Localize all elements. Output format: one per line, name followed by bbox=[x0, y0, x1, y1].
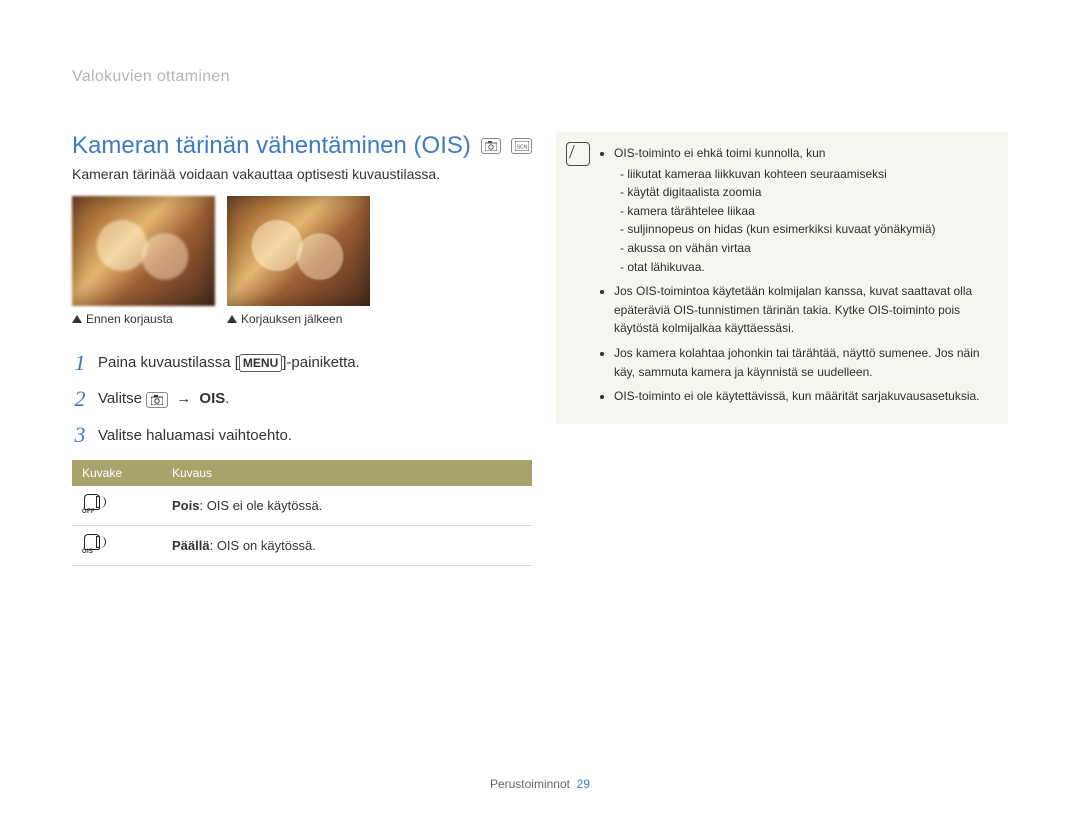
page-title: Kameran tärinän vähentäminen (OIS) bbox=[72, 132, 471, 160]
step-number: 3 bbox=[72, 422, 88, 448]
ois-off-icon: OFF bbox=[72, 486, 162, 526]
step-number: 1 bbox=[72, 350, 88, 376]
right-column: OIS-toiminto ei ehkä toimi kunnolla, kun… bbox=[556, 132, 1008, 566]
table-row: OFF Pois: OIS ei ole käytössä. bbox=[72, 486, 532, 526]
step-2: 2 Valitse → OIS. bbox=[72, 386, 532, 412]
note-bullet: Jos OIS-toimintoa käytetään kolmijalan k… bbox=[614, 282, 994, 338]
option-text: : OIS on käytössä. bbox=[210, 538, 316, 553]
option-label: Pois bbox=[172, 498, 199, 513]
note-subitem: käytät digitaalista zoomia bbox=[620, 183, 994, 202]
footer-label: Perustoiminnot bbox=[490, 777, 570, 791]
sample-image-after bbox=[227, 196, 370, 306]
caption-after-text: Korjauksen jälkeen bbox=[241, 312, 342, 326]
note-subitem: kamera tärähtelee liikaa bbox=[620, 202, 994, 221]
section-label: Valokuvien ottaminen bbox=[72, 68, 1008, 86]
image-comparison bbox=[72, 196, 532, 306]
scene-mode-icon: SCN bbox=[511, 138, 532, 154]
note-subitem: akussa on vähän virtaa bbox=[620, 239, 994, 258]
two-column-layout: Kameran tärinän vähentäminen (OIS) SCN K… bbox=[72, 132, 1008, 566]
subtitle: Kameran tärinää voidaan vakauttaa optise… bbox=[72, 166, 532, 182]
table-header-desc: Kuvaus bbox=[162, 460, 532, 486]
caption-after: Korjauksen jälkeen bbox=[227, 312, 370, 326]
note-bullet: OIS-toiminto ei ehkä toimi kunnolla, kun… bbox=[614, 144, 994, 276]
note-subitem: otat lähikuvaa. bbox=[620, 258, 994, 277]
step-1-post: ]-painiketta. bbox=[282, 354, 360, 371]
note-subitem: suljinnopeus on hidas (kun esimerkiksi k… bbox=[620, 220, 994, 239]
steps-list: 1 Paina kuvaustilassa [MENU]-painiketta.… bbox=[72, 350, 532, 448]
page-footer: Perustoiminnot 29 bbox=[0, 777, 1080, 791]
caption-before: Ennen korjausta bbox=[72, 312, 215, 326]
svg-text:SCN: SCN bbox=[516, 145, 527, 151]
note-box: OIS-toiminto ei ehkä toimi kunnolla, kun… bbox=[556, 132, 1008, 424]
table-header-icon: Kuvake bbox=[72, 460, 162, 486]
arrow-right-icon: → bbox=[176, 390, 191, 407]
page-number: 29 bbox=[577, 777, 590, 791]
note-subitem: liikutat kameraa liikkuvan kohteen seura… bbox=[620, 165, 994, 184]
option-label: Päällä bbox=[172, 538, 210, 553]
table-row: OIS Päällä: OIS on käytössä. bbox=[72, 526, 532, 566]
option-text: : OIS ei ole käytössä. bbox=[199, 498, 322, 513]
manual-page: Valokuvien ottaminen Kameran tärinän väh… bbox=[0, 0, 1080, 815]
note-bullet: OIS-toiminto ei ole käytettävissä, kun m… bbox=[614, 387, 994, 406]
note-text: OIS-toiminto ei ehkä toimi kunnolla, kun bbox=[614, 146, 825, 160]
step-3: 3 Valitse haluamasi vaihtoehto. bbox=[72, 422, 532, 448]
camera-mode-icon bbox=[481, 138, 502, 154]
step-2-target: OIS bbox=[199, 390, 225, 407]
triangle-up-icon bbox=[227, 315, 237, 323]
image-captions: Ennen korjausta Korjauksen jälkeen bbox=[72, 312, 532, 326]
menu-button-label: MENU bbox=[239, 354, 282, 372]
note-bullet: Jos kamera kolahtaa johonkin tai tärähtä… bbox=[614, 344, 994, 381]
options-table: Kuvake Kuvaus OFF Pois: OIS ei ole käytö… bbox=[72, 460, 532, 566]
camera-mode-icon bbox=[146, 392, 168, 408]
triangle-up-icon bbox=[72, 315, 82, 323]
step-number: 2 bbox=[72, 386, 88, 412]
caption-before-text: Ennen korjausta bbox=[86, 312, 173, 326]
left-column: Kameran tärinän vähentäminen (OIS) SCN K… bbox=[72, 132, 532, 566]
step-2-post: . bbox=[225, 390, 229, 407]
sample-image-before bbox=[72, 196, 215, 306]
step-3-text: Valitse haluamasi vaihtoehto. bbox=[98, 427, 292, 444]
title-row: Kameran tärinän vähentäminen (OIS) SCN bbox=[72, 132, 532, 160]
step-2-pre: Valitse bbox=[98, 390, 146, 407]
note-icon bbox=[566, 142, 590, 166]
ois-on-icon: OIS bbox=[72, 526, 162, 566]
step-1-pre: Paina kuvaustilassa [ bbox=[98, 354, 239, 371]
step-1: 1 Paina kuvaustilassa [MENU]-painiketta. bbox=[72, 350, 532, 376]
